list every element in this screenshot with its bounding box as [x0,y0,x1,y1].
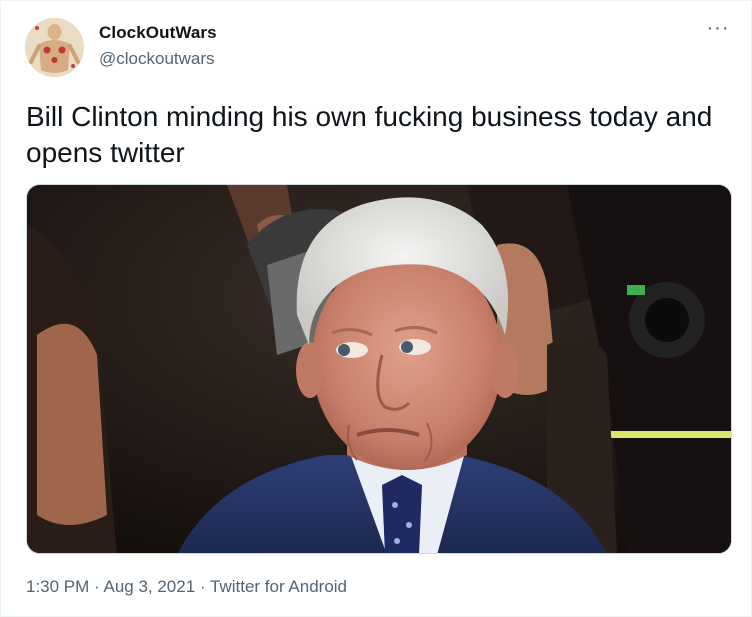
tweet-time[interactable]: 1:30 PM [26,577,89,596]
more-options-icon[interactable]: ··· [701,18,735,41]
tweet-date[interactable]: Aug 3, 2021 [103,577,195,596]
tweet-text: Bill Clinton minding his own fucking bus… [26,101,713,168]
meta-separator: · [195,577,210,596]
photo-man-looking-sideways [27,185,731,553]
display-name[interactable]: ClockOutWars [99,23,217,43]
user-handle[interactable]: @clockoutwars [99,49,215,69]
meta-separator: · [89,577,104,596]
tweet-source: Twitter for Android [210,577,348,596]
avatar-figure-icon [25,18,84,77]
tweet-photo[interactable] [26,184,732,554]
tweet-card: ClockOutWars @clockoutwars ··· Bill Clin… [0,0,752,617]
avatar[interactable] [25,18,84,77]
tweet-meta: 1:30 PM · Aug 3, 2021 · Twitter for Andr… [26,577,347,597]
